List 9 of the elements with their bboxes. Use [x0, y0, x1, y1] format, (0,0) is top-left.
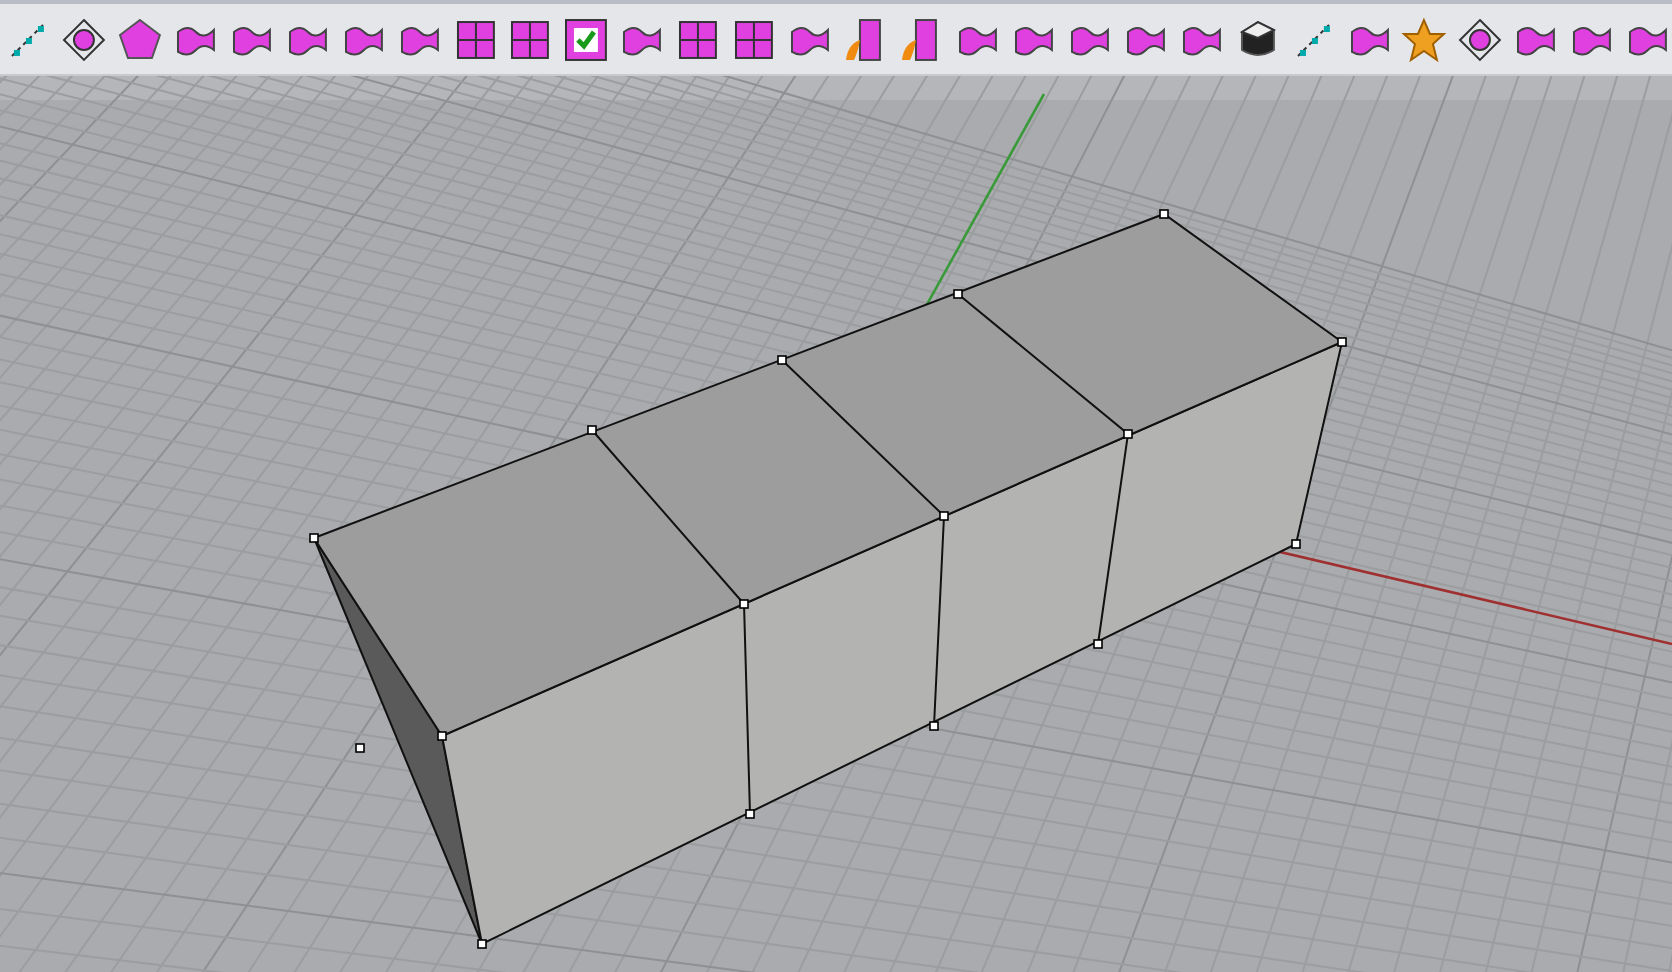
star-icon[interactable]	[1400, 15, 1449, 63]
checkbox-icon[interactable]	[562, 15, 611, 63]
grid-icon[interactable]	[451, 15, 499, 63]
node-icon[interactable]	[59, 15, 108, 63]
grid-icon[interactable]	[506, 15, 555, 63]
grid-icon[interactable]	[730, 15, 779, 63]
grid-icon[interactable]	[674, 15, 723, 63]
pentagon-icon[interactable]	[115, 15, 164, 63]
node-icon[interactable]	[1456, 15, 1505, 63]
